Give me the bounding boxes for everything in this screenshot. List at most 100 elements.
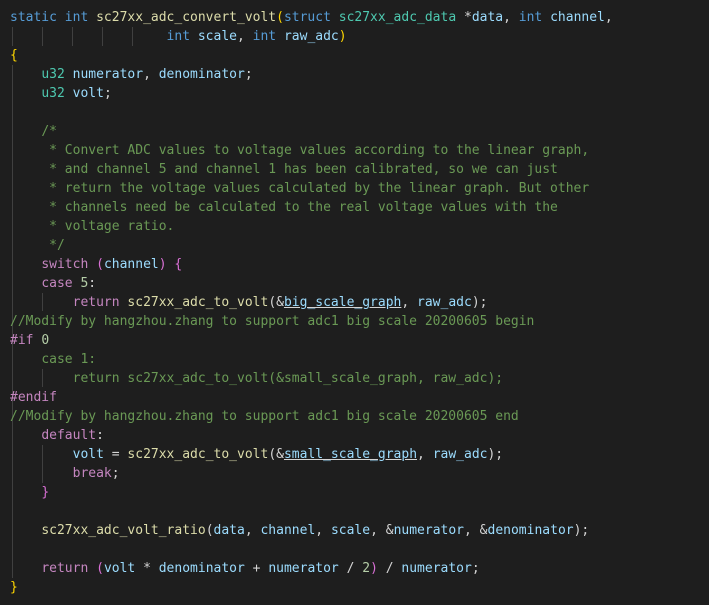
code-token: numerator: [268, 561, 339, 576]
code-line[interactable]: * voltage ratio.: [10, 217, 174, 236]
code-token: denominator: [158, 561, 245, 576]
code-token: * return the voltage values calculated b…: [49, 181, 590, 196]
code-token: struct: [283, 10, 331, 25]
code-line[interactable]: return (volt * denominator + numerator /…: [10, 559, 480, 578]
code-token: 0: [41, 333, 50, 348]
code-token: );: [487, 447, 504, 462]
code-token: ,: [315, 523, 331, 538]
code-line[interactable]: #endif: [10, 388, 57, 407]
code-line[interactable]: return sc27xx_adc_to_volt(&small_scale_g…: [10, 369, 503, 388]
code-token: sc27xx_adc_to_volt: [127, 447, 269, 462]
code-token: sc27xx_adc_convert_volt: [96, 10, 277, 25]
code-token: channel: [260, 523, 316, 538]
code-line[interactable]: }: [10, 483, 49, 502]
code-token: (&: [268, 447, 284, 462]
code-token: sc27xx_adc_volt_ratio: [41, 523, 206, 538]
code-token: +: [244, 561, 269, 576]
code-line[interactable]: sc27xx_adc_volt_ratio(data, channel, sca…: [10, 521, 589, 540]
code-token: raw_adc: [432, 447, 488, 462]
code-token: /: [377, 561, 402, 576]
code-token: 2: [362, 561, 371, 576]
code-token: {: [10, 48, 18, 63]
code-token: {: [174, 257, 183, 272]
code-token: ): [158, 257, 167, 272]
code-token: /: [338, 561, 363, 576]
code-token: channel: [103, 257, 159, 272]
code-token: */: [49, 238, 65, 253]
code-line[interactable]: u32 volt;: [10, 84, 112, 103]
code-token: int: [252, 29, 277, 44]
code-token: ;: [471, 561, 480, 576]
code-token: ;: [111, 466, 120, 481]
code-line[interactable]: {: [10, 46, 18, 65]
code-line[interactable]: case 1:: [10, 350, 96, 369]
code-token: :: [88, 276, 97, 291]
code-token: ;: [244, 67, 253, 82]
code-token: ,: [244, 523, 261, 538]
code-token: sc27xx_adc_data: [338, 10, 457, 25]
code-token: int: [518, 10, 543, 25]
code-token: denominator: [158, 67, 245, 82]
code-token: u32: [41, 67, 65, 82]
code-line[interactable]: * and channel 5 and channel 1 has been c…: [10, 160, 558, 179]
code-token: u32: [41, 86, 65, 101]
code-line[interactable]: break;: [10, 464, 120, 483]
code-editor[interactable]: static int sc27xx_adc_convert_volt(struc…: [0, 0, 709, 605]
code-token: return: [72, 295, 120, 310]
code-token: #if: [10, 333, 34, 348]
code-token: * voltage ratio.: [49, 219, 175, 234]
code-token: * and channel 5 and channel 1 has been c…: [49, 162, 558, 177]
code-line[interactable]: static int sc27xx_adc_convert_volt(struc…: [10, 8, 613, 27]
code-line[interactable]: * return the voltage values calculated b…: [10, 179, 589, 198]
code-token: return sc27xx_adc_to_volt(&small_scale_g…: [72, 371, 504, 386]
code-token: (: [96, 257, 104, 272]
code-token: ;: [103, 86, 112, 101]
code-token: , &: [370, 523, 394, 538]
code-line[interactable]: * channels need be calculated to the rea…: [10, 198, 558, 217]
code-line[interactable]: return sc27xx_adc_to_volt(&big_scale_gra…: [10, 293, 488, 312]
code-token: ): [370, 561, 378, 576]
code-token: );: [573, 523, 590, 538]
code-line[interactable]: int scale, int raw_adc): [10, 27, 347, 46]
code-line[interactable]: volt = sc27xx_adc_to_volt(&small_scale_g…: [10, 445, 504, 464]
code-token: data: [471, 10, 504, 25]
code-token: scale: [197, 29, 237, 44]
code-token: small_scale_graph: [283, 447, 418, 462]
code-line[interactable]: /*: [10, 122, 57, 141]
code-line[interactable]: */: [10, 236, 65, 255]
code-token: numerator: [401, 561, 472, 576]
code-line[interactable]: //Modify by hangzhou.zhang to support ad…: [10, 312, 534, 331]
code-token: big_scale_graph: [283, 295, 402, 310]
code-token: (: [276, 10, 284, 25]
code-line[interactable]: #if 0: [10, 331, 49, 350]
code-line[interactable]: * Convert ADC values to voltage values a…: [10, 141, 589, 160]
code-line[interactable]: switch (channel) {: [10, 255, 182, 274]
code-line[interactable]: //Modify by hangzhou.zhang to support ad…: [10, 407, 519, 426]
code-line[interactable]: u32 numerator, denominator;: [10, 65, 253, 84]
code-token: case 1:: [41, 352, 97, 367]
code-token: denominator: [487, 523, 574, 538]
code-line[interactable]: default:: [10, 426, 104, 445]
code-line[interactable]: }: [10, 578, 18, 597]
code-token: :: [96, 428, 104, 443]
code-token: ,: [503, 10, 519, 25]
code-token: break: [72, 466, 112, 481]
code-token: scale: [330, 523, 371, 538]
code-line[interactable]: case 5:: [10, 274, 96, 293]
